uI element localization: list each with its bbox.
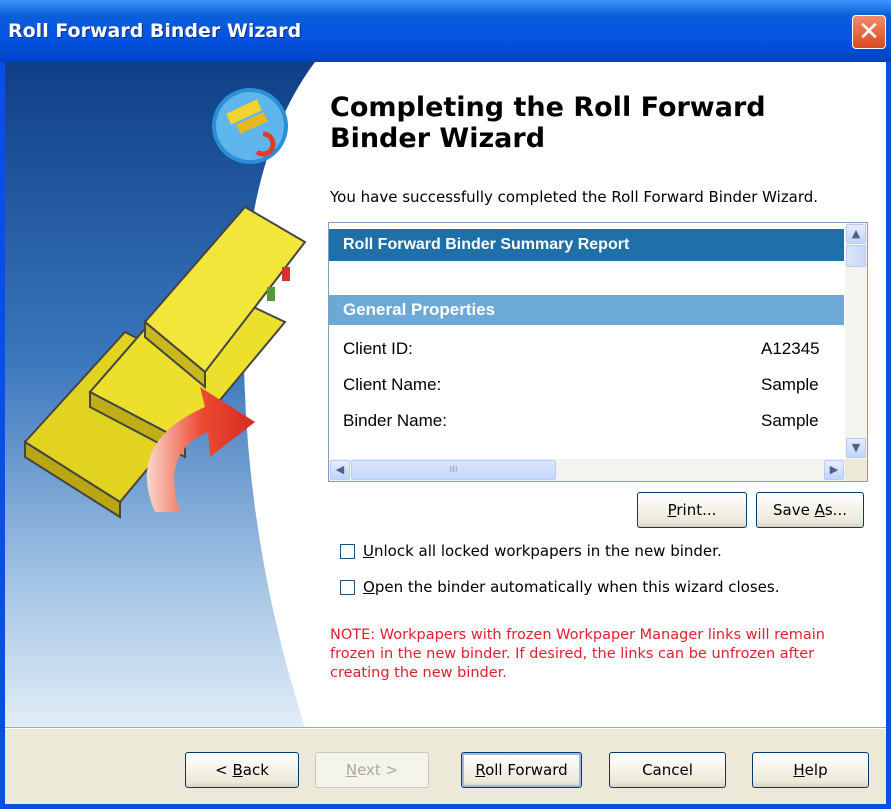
vertical-scrollbar[interactable]: ▲ ▼ xyxy=(845,223,867,459)
report-title: Roll Forward Binder Summary Report xyxy=(329,229,844,261)
open-binder-checkbox[interactable] xyxy=(340,580,355,595)
unlock-label: Unlock all locked workpapers in the new … xyxy=(363,542,722,560)
window-frame: Completing the Roll Forward Binder Wizar… xyxy=(0,62,891,809)
wizard-client-area: Completing the Roll Forward Binder Wizar… xyxy=(5,62,886,804)
unlock-checkbox[interactable] xyxy=(340,544,355,559)
scroll-left-icon[interactable]: ◀ xyxy=(330,460,350,480)
wizard-content: Completing the Roll Forward Binder Wizar… xyxy=(5,62,886,727)
cancel-button[interactable]: Cancel xyxy=(609,752,726,788)
binder-illustration xyxy=(5,62,315,727)
scroll-grip-icon: III xyxy=(449,465,458,475)
horizontal-scrollbar[interactable]: ◀ III ▶ xyxy=(329,459,845,481)
client-name-label: Client Name: xyxy=(343,375,442,394)
page-title: Completing the Roll Forward Binder Wizar… xyxy=(330,92,766,154)
frozen-links-note: NOTE: Workpapers with frozen Workpaper M… xyxy=(330,627,825,681)
back-button[interactable]: < Back xyxy=(185,752,299,788)
horizontal-scroll-thumb[interactable]: III xyxy=(351,460,556,480)
scroll-right-icon[interactable]: ▶ xyxy=(824,460,844,480)
title-bar: Roll Forward Binder Wizard ✕ xyxy=(0,0,891,62)
save-as-button[interactable]: Save As... xyxy=(756,492,864,528)
help-button[interactable]: Help xyxy=(752,752,869,788)
next-button[interactable]: Next > xyxy=(315,752,429,788)
close-icon[interactable]: ✕ xyxy=(852,15,886,49)
scroll-corner xyxy=(845,459,867,481)
roll-forward-button[interactable]: Roll Forward xyxy=(461,752,582,788)
client-id-value: A12345 xyxy=(761,339,820,358)
success-message: You have successfully completed the Roll… xyxy=(330,188,819,206)
vertical-scroll-thumb[interactable] xyxy=(846,245,866,267)
client-id-label: Client ID: xyxy=(343,339,413,358)
client-name-value: Sample xyxy=(761,375,819,394)
footer-divider xyxy=(5,727,886,729)
summary-report[interactable]: Roll Forward Binder Summary Report Gener… xyxy=(328,222,868,482)
scroll-up-icon[interactable]: ▲ xyxy=(846,224,866,244)
scroll-down-icon[interactable]: ▼ xyxy=(846,438,866,458)
print-button[interactable]: Print... xyxy=(637,492,747,528)
window-title: Roll Forward Binder Wizard xyxy=(8,20,302,42)
section-header: General Properties xyxy=(329,295,844,325)
binder-name-value: Sample xyxy=(761,411,819,430)
binder-name-label: Binder Name: xyxy=(343,411,447,430)
open-binder-label: Open the binder automatically when this … xyxy=(363,578,780,596)
